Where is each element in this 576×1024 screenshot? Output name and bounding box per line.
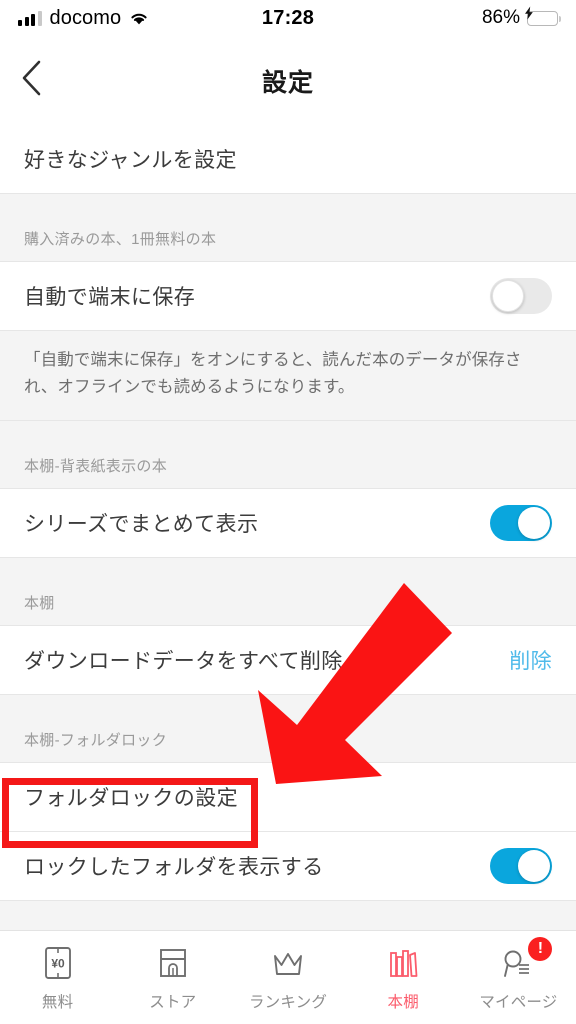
row-label: フォルダロックの設定: [24, 787, 238, 811]
back-button[interactable]: [18, 36, 78, 125]
tab-label: ランキング: [248, 994, 328, 1011]
settings-row-series-group[interactable]: シリーズでまとめて表示: [0, 488, 576, 559]
status-bar: docomo 17:28 86%: [0, 0, 576, 36]
settings-list: 好きなジャンルを設定 購入済みの本、1冊無料の本 自動で端末に保存 「自動で端末…: [0, 125, 576, 930]
section-header-purchased: 購入済みの本、1冊無料の本: [0, 194, 576, 262]
settings-screen: docomo 17:28 86% 設定 好きなジャンルを設定 購入済みの本、1冊…: [0, 0, 576, 1024]
settings-row-delete-downloads[interactable]: ダウンロードデータをすべて削除 削除: [0, 625, 576, 696]
settings-row-auto-save[interactable]: 自動で端末に保存: [0, 261, 576, 331]
settings-row-show-locked-folder[interactable]: ロックしたフォルダを表示する: [0, 831, 576, 902]
settings-row-folderlock-setting[interactable]: フォルダロックの設定: [0, 762, 576, 833]
page-title: 設定: [261, 68, 314, 97]
nav-header: 設定: [0, 36, 576, 125]
list-bottom-filler: [0, 901, 576, 930]
bookshelf-icon: [385, 943, 421, 983]
tab-label: 無料: [41, 994, 74, 1011]
my-page-person-icon: !: [498, 937, 553, 983]
crown-icon: [268, 943, 308, 983]
row-label: 好きなジャンルを設定: [24, 149, 237, 172]
row-label: 自動で端末に保存: [24, 286, 196, 309]
tab-label: 本棚: [387, 994, 419, 1011]
auto-save-description: 「自動で端末に保存」をオンにすると、読んだ本のデータが保存され、オフラインでも読…: [0, 331, 576, 422]
settings-row-genre[interactable]: 好きなジャンルを設定: [0, 125, 576, 194]
row-label: ダウンロードデータをすべて削除: [24, 650, 343, 674]
tab-bookshelf[interactable]: 本棚: [346, 931, 461, 1024]
tab-free[interactable]: ¥0 無料: [0, 931, 115, 1024]
tab-store[interactable]: ストア: [115, 931, 230, 1024]
store-icon: [155, 943, 191, 983]
tab-label: ストア: [149, 994, 197, 1011]
row-label: ロックしたフォルダを表示する: [24, 856, 324, 880]
section-header-shelf: 本棚: [0, 558, 576, 627]
tab-ranking[interactable]: ランキング: [230, 931, 345, 1024]
free-yen-book-icon: ¥0: [40, 943, 76, 983]
auto-save-toggle[interactable]: [490, 278, 552, 314]
delete-downloads-button[interactable]: 削除: [509, 645, 552, 675]
back-chevron-icon: [18, 58, 44, 103]
battery-charging-icon: [525, 6, 562, 26]
battery-percent-label: 86%: [481, 7, 520, 28]
section-header-folderlock: 本棚-フォルダロック: [0, 695, 576, 764]
tab-my-page[interactable]: ! マイページ: [461, 931, 576, 1024]
status-bar-right: 86%: [481, 6, 562, 29]
bottom-tab-bar: ¥0 無料 ストア ランキング 本棚 ! マイページ: [0, 930, 576, 1024]
row-label: シリーズでまとめて表示: [24, 513, 259, 537]
svg-text:¥0: ¥0: [51, 957, 65, 971]
show-locked-folder-toggle[interactable]: [490, 848, 552, 885]
tab-label: マイページ: [479, 994, 558, 1011]
notification-badge: !: [528, 937, 553, 961]
section-header-spine: 本棚-背表紙表示の本: [0, 421, 576, 490]
series-group-toggle[interactable]: [490, 505, 552, 542]
